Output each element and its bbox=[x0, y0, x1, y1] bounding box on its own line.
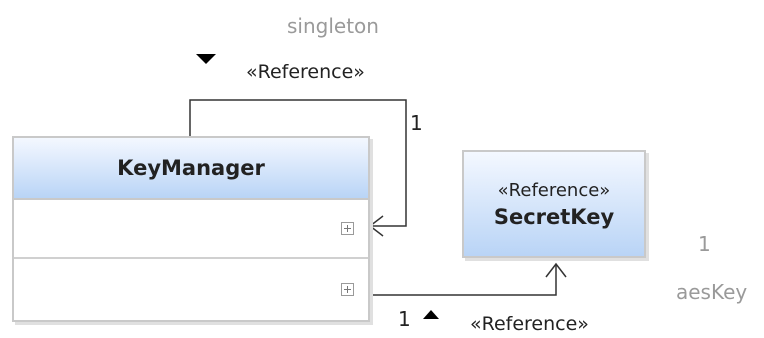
secretkey-stereotype: «Reference» bbox=[497, 179, 611, 201]
keymanager-header[interactable]: KeyManager bbox=[14, 138, 368, 200]
aeskey-direction-triangle bbox=[423, 310, 439, 319]
expand-attributes-icon[interactable] bbox=[341, 221, 354, 235]
aeskey-association-line[interactable] bbox=[370, 264, 557, 296]
secretkey-class[interactable]: «Reference» SecretKey bbox=[462, 150, 646, 258]
secretkey-name: SecretKey bbox=[493, 204, 615, 229]
keymanager-class[interactable]: KeyManager bbox=[12, 136, 370, 322]
aeskey-role-label: aesKey bbox=[676, 280, 748, 304]
keymanager-operations-compartment[interactable] bbox=[14, 259, 368, 320]
singleton-role-label: singleton bbox=[287, 14, 379, 38]
singleton-direction-triangle bbox=[196, 54, 216, 64]
expand-operations-icon[interactable] bbox=[341, 282, 354, 296]
keymanager-name: KeyManager bbox=[117, 156, 265, 180]
singleton-multiplicity-label: 1 bbox=[410, 111, 423, 135]
aeskey-multiplicity-source-label: 1 bbox=[398, 307, 411, 331]
keymanager-attributes-compartment[interactable] bbox=[14, 200, 368, 259]
aeskey-stereotype-label: «Reference» bbox=[470, 313, 589, 335]
singleton-stereotype-label: «Reference» bbox=[246, 61, 365, 83]
aeskey-multiplicity-target-label: 1 bbox=[698, 232, 711, 256]
